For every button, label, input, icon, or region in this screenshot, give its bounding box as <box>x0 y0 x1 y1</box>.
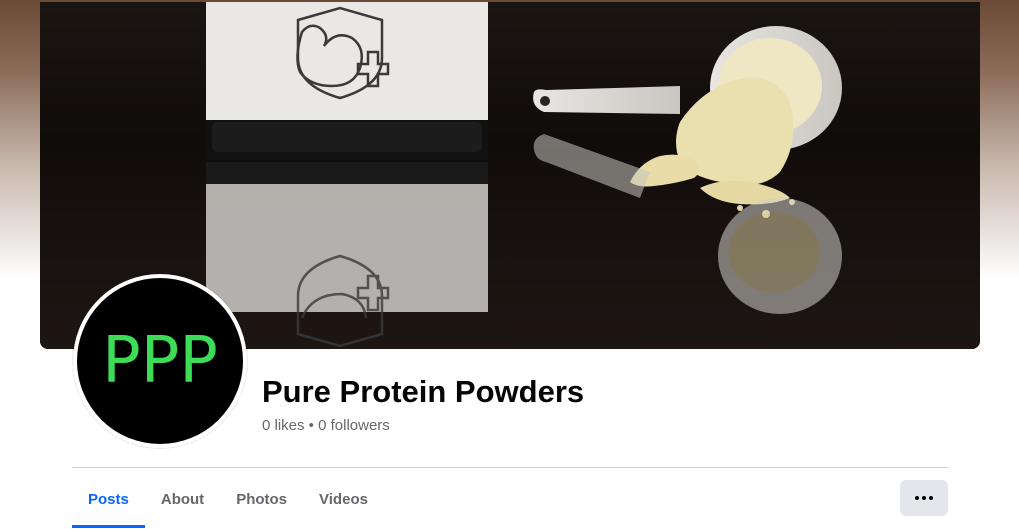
profile-avatar[interactable]: PPP <box>73 274 247 448</box>
avatar-logo-text: PPP <box>102 324 218 398</box>
tab-posts[interactable]: Posts <box>72 470 145 528</box>
page-stats[interactable]: 0 likes • 0 followers <box>262 417 390 434</box>
tab-videos[interactable]: Videos <box>303 470 384 528</box>
bottle-label <box>206 2 488 120</box>
profile-tabs: Posts About Photos Videos <box>72 470 384 528</box>
more-options-button[interactable] <box>900 480 948 516</box>
tab-about[interactable]: About <box>145 470 220 528</box>
header-divider <box>72 467 948 468</box>
tab-photos[interactable]: Photos <box>220 470 303 528</box>
page-title: Pure Protein Powders <box>262 374 585 409</box>
more-horizontal-icon <box>915 496 933 500</box>
